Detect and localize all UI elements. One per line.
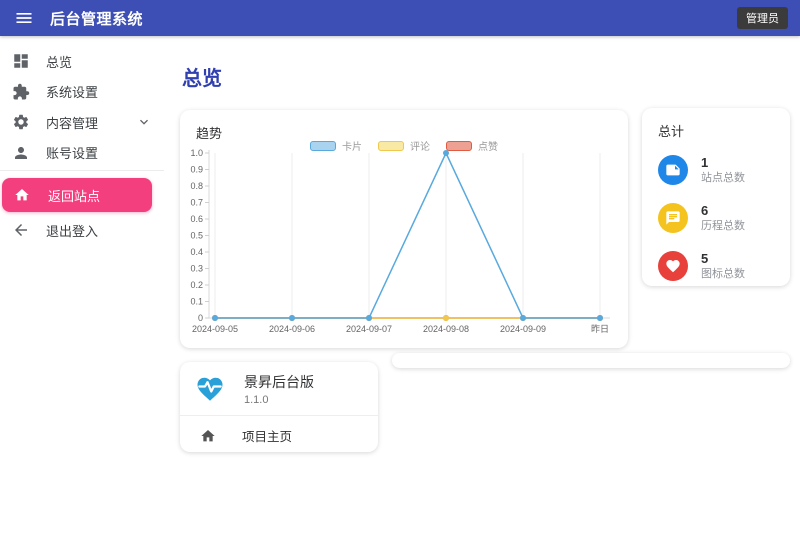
- heart-pulse-icon: [194, 374, 226, 404]
- admin-dashboard: 后台管理系统 管理员 总览 系统设置 内容管理: [0, 0, 800, 544]
- svg-text:0.5: 0.5: [190, 231, 203, 241]
- svg-text:2024-09-05: 2024-09-05: [192, 324, 238, 334]
- total-item-icons: 5 图标总数: [658, 242, 774, 290]
- note-icon: [658, 155, 688, 185]
- hamburger-menu-icon[interactable]: [14, 8, 34, 28]
- svg-text:0.2: 0.2: [190, 280, 203, 290]
- sidebar-nav: 总览 系统设置 内容管理 账号设置: [0, 36, 164, 544]
- app-name: 景昇后台版: [244, 372, 314, 392]
- page-title: 总览: [182, 62, 222, 91]
- about-card-top: 景昇后台版 1.1.0: [180, 362, 378, 406]
- total-value: 1: [701, 155, 745, 171]
- total-label: 历程总数: [701, 219, 745, 233]
- svg-text:0.9: 0.9: [190, 165, 203, 175]
- logout-label: 退出登入: [46, 221, 98, 240]
- sidebar-item-label: 账号设置: [46, 143, 98, 162]
- logout-button[interactable]: 退出登入: [0, 215, 164, 246]
- sidebar-divider: [0, 170, 164, 171]
- chevron-down-icon[interactable]: [136, 114, 152, 130]
- total-label: 站点总数: [701, 171, 745, 185]
- back-to-site-label: 返回站点: [48, 186, 100, 205]
- svg-text:0.8: 0.8: [190, 181, 203, 191]
- arrow-left-icon: [12, 221, 30, 239]
- project-home-link[interactable]: 项目主页: [180, 416, 378, 445]
- total-value: 5: [701, 251, 745, 267]
- svg-text:昨日: 昨日: [591, 323, 609, 334]
- dashboard-icon: [12, 52, 30, 70]
- svg-text:2024-09-07: 2024-09-07: [346, 324, 392, 334]
- puzzle-icon: [12, 83, 30, 101]
- app-version: 1.1.0: [244, 394, 314, 406]
- trend-chart-card: 趋势 卡片 评论 点赞 00.10.20.30.40.50.60.70.80.9…: [180, 110, 628, 348]
- home-icon: [200, 428, 216, 444]
- sidebar-item-label: 总览: [46, 52, 72, 71]
- top-app-bar: 后台管理系统 管理员: [0, 0, 800, 36]
- total-value: 6: [701, 203, 745, 219]
- back-to-site-button[interactable]: 返回站点: [2, 178, 152, 212]
- svg-text:2024-09-09: 2024-09-09: [500, 324, 546, 334]
- total-item-history: 6 历程总数: [658, 194, 774, 242]
- sidebar-item-overview[interactable]: 总览: [0, 46, 164, 77]
- sidebar-item-system-settings[interactable]: 系统设置: [0, 77, 164, 108]
- gear-icon: [12, 113, 30, 131]
- sidebar-item-account-settings[interactable]: 账号设置: [0, 138, 164, 169]
- totals-card: 总计 1 站点总数 6 历程总数: [642, 108, 790, 286]
- app-title: 后台管理系统: [50, 8, 143, 29]
- sidebar-item-content-management[interactable]: 内容管理: [0, 107, 164, 138]
- svg-text:0: 0: [198, 313, 203, 323]
- heart-icon: [658, 251, 688, 281]
- empty-collapsed-card: [392, 353, 790, 368]
- svg-text:0.6: 0.6: [190, 214, 203, 224]
- sidebar-item-label: 内容管理: [46, 113, 98, 132]
- user-role-badge[interactable]: 管理员: [737, 7, 788, 29]
- home-icon: [14, 187, 30, 203]
- chat-icon: [658, 203, 688, 233]
- sidebar-item-label: 系统设置: [46, 82, 98, 101]
- svg-text:2024-09-08: 2024-09-08: [423, 324, 469, 334]
- total-item-sites: 1 站点总数: [658, 146, 774, 194]
- svg-text:0.1: 0.1: [190, 297, 203, 307]
- svg-text:2024-09-06: 2024-09-06: [269, 324, 315, 334]
- totals-card-title: 总计: [642, 108, 790, 140]
- svg-text:0.3: 0.3: [190, 264, 203, 274]
- svg-text:0.4: 0.4: [190, 247, 203, 257]
- svg-text:0.7: 0.7: [190, 198, 203, 208]
- total-label: 图标总数: [701, 267, 745, 281]
- svg-text:1.0: 1.0: [190, 148, 203, 158]
- about-card: 景昇后台版 1.1.0 项目主页: [180, 362, 378, 452]
- totals-list: 1 站点总数 6 历程总数 5 图标总数: [642, 140, 790, 290]
- person-icon: [12, 144, 30, 162]
- project-home-label: 项目主页: [242, 426, 292, 445]
- trend-line-chart: 0 0.1 0.2 0.3 0.4 0.5 0.6 0.7 0.8 0.9 1.0 2024-09-0…: [180, 148, 628, 344]
